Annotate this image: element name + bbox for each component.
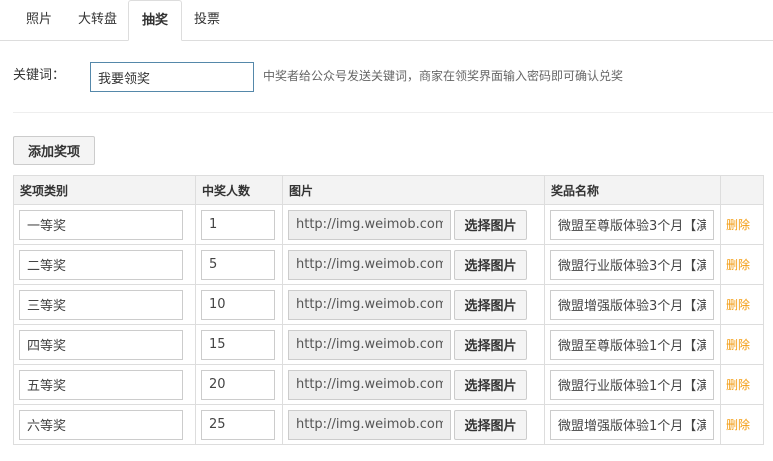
cell-actions: 删除 (720, 404, 764, 445)
cell-category (13, 244, 196, 285)
image-url-input[interactable] (288, 369, 451, 400)
choose-image-button[interactable]: 选择图片 (454, 369, 527, 400)
category-input[interactable] (19, 409, 183, 440)
cell-image: 选择图片 (282, 244, 545, 285)
prize-name-input[interactable] (550, 329, 714, 360)
category-input[interactable] (19, 329, 183, 360)
category-input[interactable] (19, 369, 183, 400)
table-row: 选择图片 删除 (13, 284, 764, 325)
table-header-row: 奖项类别 中奖人数 图片 奖品名称 (13, 175, 764, 205)
keyword-label: 关键词： (13, 68, 66, 83)
winner-count-input[interactable] (201, 369, 275, 400)
tab-bar: 照片 大转盘 抽奖 投票 (0, 0, 773, 41)
header-count: 中奖人数 (195, 175, 283, 205)
winner-count-input[interactable] (201, 409, 275, 440)
delete-link[interactable]: 删除 (726, 418, 750, 432)
table-row: 选择图片 删除 (13, 204, 764, 245)
delete-link[interactable]: 删除 (726, 258, 750, 272)
cell-actions: 删除 (720, 364, 764, 405)
cell-prize-name (544, 284, 721, 325)
cell-image: 选择图片 (282, 324, 545, 365)
cell-count (195, 244, 283, 285)
choose-image-button[interactable]: 选择图片 (454, 289, 527, 320)
divider (13, 112, 773, 113)
cell-count (195, 204, 283, 245)
cell-actions: 删除 (720, 324, 764, 365)
table-row: 选择图片 删除 (13, 404, 764, 445)
table-row: 选择图片 删除 (13, 364, 764, 405)
keyword-input[interactable] (90, 62, 254, 92)
image-url-input[interactable] (288, 209, 451, 240)
table-row: 选择图片 删除 (13, 324, 764, 365)
header-category: 奖项类别 (13, 175, 196, 205)
cell-category (13, 324, 196, 365)
prize-name-input[interactable] (550, 209, 714, 240)
image-url-input[interactable] (288, 409, 451, 440)
cell-count (195, 284, 283, 325)
delete-link[interactable]: 删除 (726, 378, 750, 392)
choose-image-button[interactable]: 选择图片 (454, 249, 527, 280)
prize-table: 奖项类别 中奖人数 图片 奖品名称 选择图片删除选择图片删除选择图片删除选择图片… (13, 175, 764, 445)
cell-count (195, 324, 283, 365)
cell-prize-name (544, 364, 721, 405)
prize-name-input[interactable] (550, 289, 714, 320)
tab-lottery[interactable]: 抽奖 (128, 0, 183, 41)
cell-count (195, 364, 283, 405)
image-url-input[interactable] (288, 289, 451, 320)
winner-count-input[interactable] (201, 249, 275, 280)
cell-prize-name (544, 244, 721, 285)
cell-image: 选择图片 (282, 204, 545, 245)
cell-category (13, 204, 196, 245)
category-input[interactable] (19, 249, 183, 280)
category-input[interactable] (19, 209, 183, 240)
cell-category (13, 364, 196, 405)
cell-prize-name (544, 204, 721, 245)
delete-link[interactable]: 删除 (726, 218, 750, 232)
prize-name-input[interactable] (550, 369, 714, 400)
header-image: 图片 (282, 175, 545, 205)
prize-name-input[interactable] (550, 409, 714, 440)
choose-image-button[interactable]: 选择图片 (454, 329, 527, 360)
winner-count-input[interactable] (201, 329, 275, 360)
table-row: 选择图片 删除 (13, 244, 764, 285)
image-url-input[interactable] (288, 249, 451, 280)
tab-wheel[interactable]: 大转盘 (65, 0, 130, 40)
cell-category (13, 284, 196, 325)
tab-photos[interactable]: 照片 (13, 0, 65, 40)
winner-count-input[interactable] (201, 289, 275, 320)
choose-image-button[interactable]: 选择图片 (454, 409, 527, 440)
tab-vote[interactable]: 投票 (181, 0, 233, 40)
category-input[interactable] (19, 289, 183, 320)
cell-actions: 删除 (720, 204, 764, 245)
cell-actions: 删除 (720, 284, 764, 325)
cell-image: 选择图片 (282, 404, 545, 445)
cell-category (13, 404, 196, 445)
cell-prize-name (544, 324, 721, 365)
header-prize-name: 奖品名称 (544, 175, 721, 205)
winner-count-input[interactable] (201, 209, 275, 240)
image-url-input[interactable] (288, 329, 451, 360)
cell-prize-name (544, 404, 721, 445)
keyword-help-text: 中奖者给公众号发送关键词，商家在领奖界面输入密码即可确认兑奖 (263, 69, 624, 83)
prize-name-input[interactable] (550, 249, 714, 280)
cell-count (195, 404, 283, 445)
choose-image-button[interactable]: 选择图片 (454, 209, 527, 240)
cell-actions: 删除 (720, 244, 764, 285)
add-prize-button[interactable]: 添加奖项 (13, 136, 95, 165)
delete-link[interactable]: 删除 (726, 338, 750, 352)
header-actions (720, 175, 764, 205)
cell-image: 选择图片 (282, 284, 545, 325)
cell-image: 选择图片 (282, 364, 545, 405)
delete-link[interactable]: 删除 (726, 298, 750, 312)
